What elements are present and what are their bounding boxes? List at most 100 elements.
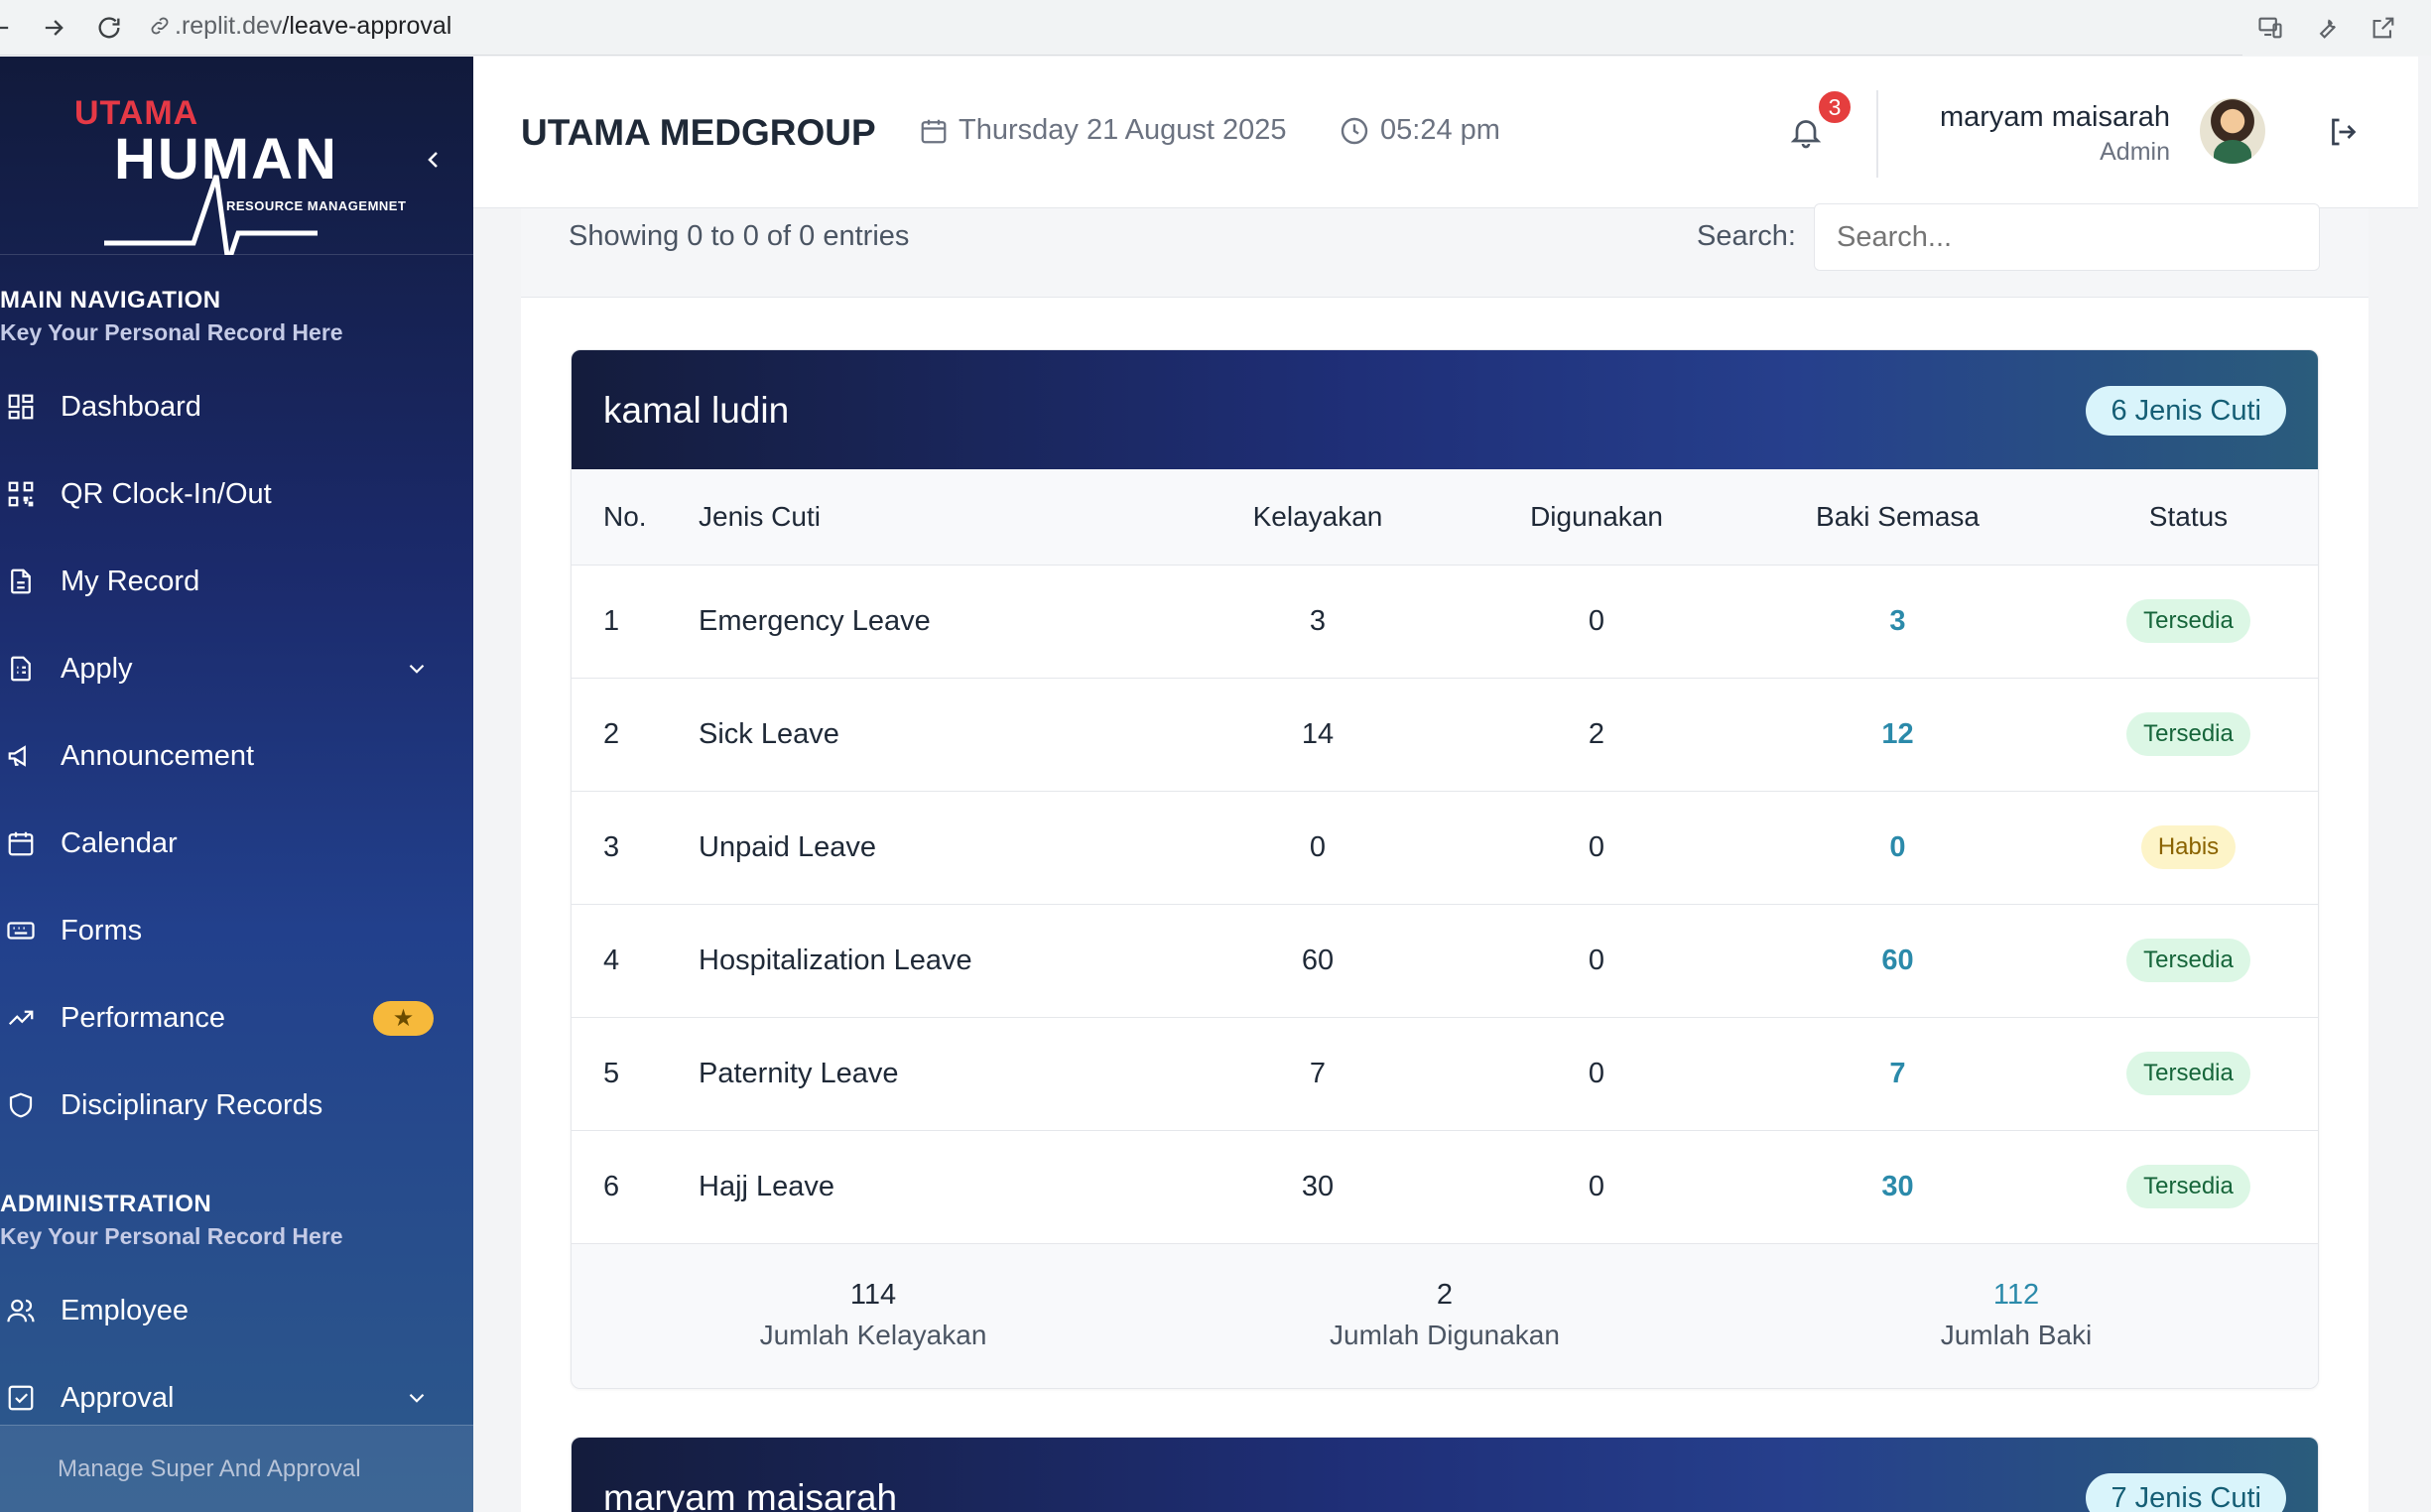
summary-label: Jumlah Digunakan bbox=[1330, 1319, 1560, 1350]
row-kelayakan: 14 bbox=[1179, 678, 1457, 792]
main-nav-subtitle: Key Your Personal Record Here bbox=[0, 319, 343, 345]
avatar[interactable] bbox=[2200, 98, 2265, 164]
logo-subtitle: RESOURCE MANAGEMNET bbox=[226, 198, 407, 213]
keyboard-icon bbox=[7, 922, 35, 940]
column-header-digunakan: Digunakan bbox=[1457, 469, 1736, 566]
browser-actions bbox=[2242, 0, 2431, 56]
sidebar-item-label: My Record bbox=[61, 565, 200, 597]
table-row: 5 Paternity Leave 7 0 7 Tersedia bbox=[572, 1017, 2318, 1131]
status-badge: Tersedia bbox=[2126, 1052, 2250, 1095]
main-nav-title: MAIN NAVIGATION bbox=[0, 287, 221, 314]
sidebar-item-performance[interactable]: Performance ★ bbox=[0, 974, 473, 1062]
sidebar-item-employee[interactable]: Employee bbox=[0, 1267, 473, 1354]
row-jenis-cuti: Sick Leave bbox=[699, 678, 1179, 792]
row-digunakan: 0 bbox=[1457, 1017, 1736, 1131]
document-icon bbox=[11, 568, 31, 594]
megaphone-icon bbox=[8, 745, 26, 767]
summary-kelayakan: 114 Jumlah Kelayakan bbox=[724, 1279, 1022, 1351]
status-badge: Tersedia bbox=[2126, 599, 2250, 643]
table-row: 4 Hospitalization Leave 60 0 60 Tersedia bbox=[572, 904, 2318, 1018]
summary-digunakan: 2 Jumlah Digunakan bbox=[1296, 1279, 1594, 1351]
row-kelayakan: 60 bbox=[1179, 904, 1457, 1018]
address-bar[interactable]: .replit.dev/leave-approval bbox=[141, 6, 2244, 46]
grid-icon bbox=[8, 394, 34, 420]
admin-title: ADMINISTRATION bbox=[0, 1191, 212, 1217]
leave-table: No. Jenis Cuti Kelayakan Digunakan Baki … bbox=[572, 469, 2318, 1244]
row-baki-semasa: 12 bbox=[1736, 678, 2059, 792]
row-jenis-cuti: Emergency Leave bbox=[699, 565, 1179, 679]
sidebar-item-forms[interactable]: Forms bbox=[0, 887, 473, 974]
devices-icon[interactable] bbox=[2256, 14, 2284, 42]
sidebar-item-dashboard[interactable]: Dashboard bbox=[0, 363, 473, 450]
search-input[interactable] bbox=[1814, 203, 2320, 271]
reload-icon[interactable] bbox=[81, 0, 137, 56]
column-header-no: No. bbox=[572, 469, 699, 566]
sidebar-item-label: Performance bbox=[61, 1001, 226, 1034]
employee-name: kamal ludin bbox=[603, 390, 790, 431]
row-jenis-cuti: Paternity Leave bbox=[699, 1017, 1179, 1131]
time-text: 05:24 pm bbox=[1380, 114, 1500, 146]
table-row: 3 Unpaid Leave 0 0 0 Habis bbox=[572, 791, 2318, 905]
date-text: Thursday 21 August 2025 bbox=[959, 114, 1287, 146]
sidebar-item-label: Calendar bbox=[61, 826, 178, 859]
header-time: 05:24 pm bbox=[1339, 114, 1500, 147]
submenu-item-manage-super[interactable]: Manage Super And Approval bbox=[58, 1455, 361, 1483]
wrench-icon[interactable] bbox=[2313, 14, 2341, 42]
card-summary: 114 Jumlah Kelayakan 2 Jumlah Digunakan … bbox=[572, 1243, 2318, 1388]
row-kelayakan: 0 bbox=[1179, 791, 1457, 905]
admin-subtitle: Key Your Personal Record Here bbox=[0, 1223, 343, 1249]
row-baki-semasa: 30 bbox=[1736, 1130, 2059, 1244]
summary-value: 112 bbox=[1992, 1278, 2040, 1311]
check-square-icon bbox=[8, 1385, 34, 1411]
summary-value: 114 bbox=[849, 1278, 897, 1311]
search-label: Search: bbox=[1697, 220, 1796, 252]
row-kelayakan: 3 bbox=[1179, 565, 1457, 679]
logo[interactable]: UTAMA HUMAN RESOURCE MANAGEMNET bbox=[0, 57, 473, 255]
table-row: 6 Hajj Leave 30 0 30 Tersedia bbox=[572, 1130, 2318, 1244]
leave-type-count-badge: 7 Jenis Cuti bbox=[2086, 1473, 2286, 1512]
sidebar-item-announcement[interactable]: Announcement bbox=[0, 712, 473, 800]
sidebar-item-apply[interactable]: Apply bbox=[0, 625, 473, 712]
row-no: 3 bbox=[572, 791, 699, 905]
row-digunakan: 0 bbox=[1457, 791, 1736, 905]
url-path: /leave-approval bbox=[282, 11, 452, 40]
leave-card: maryam maisarah 7 Jenis Cuti bbox=[571, 1437, 2319, 1512]
leave-type-count-badge: 6 Jenis Cuti bbox=[2086, 386, 2286, 436]
status-badge: Tersedia bbox=[2126, 1165, 2250, 1208]
link-icon bbox=[151, 17, 169, 35]
form-icon bbox=[11, 656, 31, 682]
row-baki-semasa: 3 bbox=[1736, 565, 2059, 679]
entries-info: Showing 0 to 0 of 0 entries bbox=[569, 220, 910, 252]
sidebar-item-label: QR Clock-In/Out bbox=[61, 477, 272, 510]
sidebar-item-label: Forms bbox=[61, 914, 143, 946]
row-digunakan: 0 bbox=[1457, 565, 1736, 679]
sidebar-item-label: Approval bbox=[61, 1381, 175, 1414]
collapse-sidebar-icon[interactable] bbox=[422, 148, 446, 172]
notification-badge: 3 bbox=[1816, 88, 1854, 126]
summary-label: Jumlah Kelayakan bbox=[759, 1319, 987, 1350]
sidebar-item-disciplinary[interactable]: Disciplinary Records bbox=[0, 1062, 473, 1149]
chevron-down-icon bbox=[409, 1393, 425, 1403]
external-link-icon[interactable] bbox=[2369, 14, 2397, 42]
row-baki-semasa: 60 bbox=[1736, 904, 2059, 1018]
column-header-kelayakan: Kelayakan bbox=[1179, 469, 1457, 566]
bell-icon[interactable] bbox=[1788, 114, 1824, 150]
row-no: 5 bbox=[572, 1017, 699, 1131]
row-no: 6 bbox=[572, 1130, 699, 1244]
card-header: kamal ludin 6 Jenis Cuti bbox=[572, 350, 2318, 469]
sidebar-item-my-record[interactable]: My Record bbox=[0, 538, 473, 625]
sidebar: UTAMA HUMAN RESOURCE MANAGEMNET MAIN NAV… bbox=[0, 57, 473, 1512]
employee-name: maryam maisarah bbox=[603, 1477, 898, 1512]
back-icon[interactable] bbox=[0, 0, 28, 56]
sidebar-item-label: Disciplinary Records bbox=[61, 1088, 323, 1121]
row-no: 2 bbox=[572, 678, 699, 792]
forward-icon[interactable] bbox=[26, 0, 81, 56]
table-row: 1 Emergency Leave 3 0 3 Tersedia bbox=[572, 565, 2318, 679]
user-role: Admin bbox=[2100, 138, 2170, 166]
table-header-row: No. Jenis Cuti Kelayakan Digunakan Baki … bbox=[572, 469, 2318, 566]
clock-icon bbox=[1341, 117, 1368, 144]
sidebar-item-qr-clock[interactable]: QR Clock-In/Out bbox=[0, 450, 473, 538]
logout-icon[interactable] bbox=[2326, 114, 2362, 150]
sidebar-item-calendar[interactable]: Calendar bbox=[0, 800, 473, 887]
table-controls: Showing 0 to 0 of 0 entries Search: bbox=[521, 203, 2368, 298]
